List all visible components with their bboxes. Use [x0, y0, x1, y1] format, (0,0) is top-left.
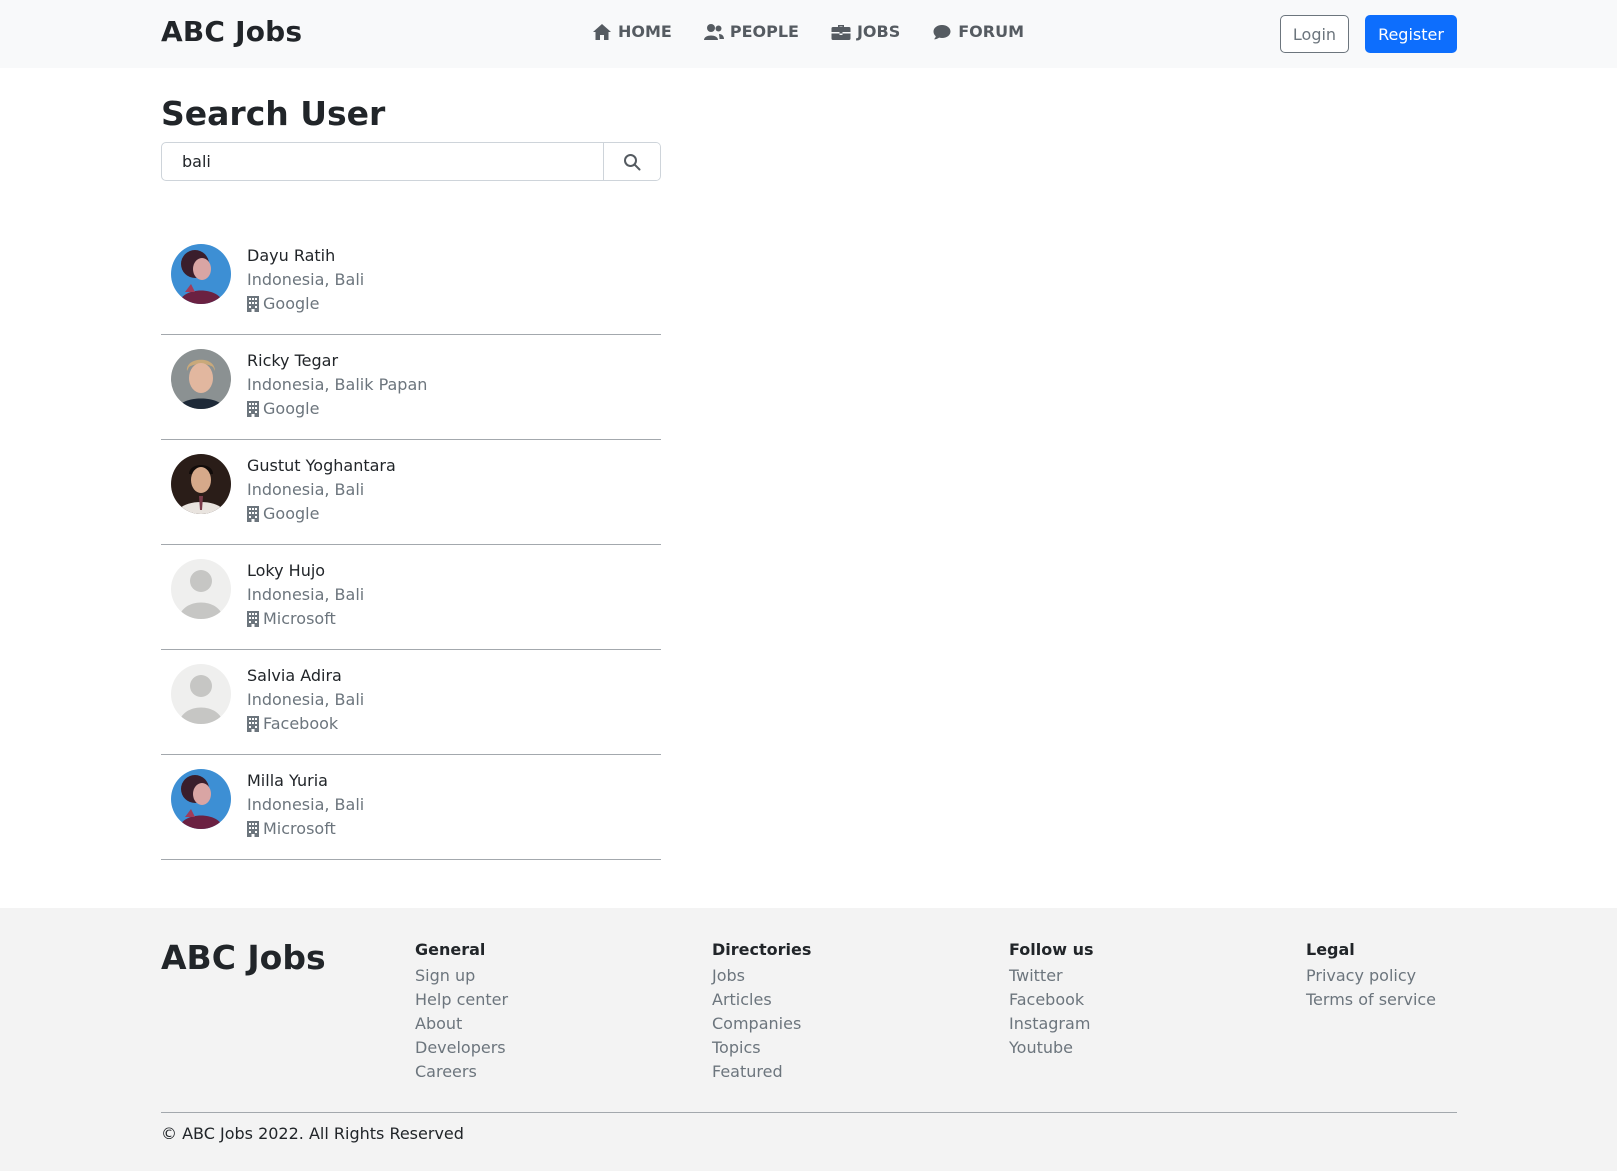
footer-link[interactable]: Twitter — [1009, 964, 1094, 988]
user-list-item[interactable]: Milla Yuria Indonesia, Bali Microsoft — [161, 755, 661, 860]
footer-divider — [161, 1112, 1457, 1113]
brand-logo[interactable]: ABC Jobs — [161, 15, 302, 48]
page-title: Search User — [161, 94, 386, 133]
search-bar — [161, 142, 661, 181]
user-company: Microsoft — [247, 607, 364, 631]
company-name: Microsoft — [263, 819, 336, 838]
user-company: Facebook — [247, 712, 364, 736]
user-info: Milla Yuria Indonesia, Bali Microsoft — [247, 769, 364, 841]
building-icon — [247, 611, 259, 627]
chat-icon — [933, 24, 951, 39]
footer-link[interactable]: Articles — [712, 988, 811, 1012]
company-name: Facebook — [263, 714, 339, 733]
footer-column-title: Directories — [712, 940, 812, 959]
user-list-item[interactable]: Dayu Ratih Indonesia, Bali Google — [161, 230, 661, 335]
home-icon — [593, 23, 611, 40]
user-avatar — [171, 664, 231, 724]
user-location: Indonesia, Bali — [247, 270, 365, 289]
user-avatar — [171, 349, 231, 409]
user-results-list: Dayu Ratih Indonesia, Bali Google Ricky … — [161, 230, 661, 860]
user-info: Ricky Tegar Indonesia, Balik Papan Googl… — [247, 349, 427, 421]
nav-link-forum[interactable]: FORUM — [932, 22, 1024, 41]
footer-link[interactable]: Instagram — [1009, 1012, 1094, 1036]
company-name: Google — [263, 294, 320, 313]
footer-brand: ABC Jobs — [161, 938, 326, 977]
footer: ABC Jobs General Sign up Help center Abo… — [0, 908, 1617, 1171]
nav-link-label: FORUM — [958, 22, 1024, 41]
user-name: Ricky Tegar — [247, 351, 339, 370]
footer-column-title: General — [415, 940, 486, 959]
footer-link[interactable]: About — [415, 1012, 508, 1036]
footer-link[interactable]: Featured — [712, 1060, 811, 1084]
building-icon — [247, 716, 259, 732]
footer-column-follow-us: Follow us Twitter Facebook Instagram You… — [1009, 940, 1094, 1060]
user-name: Gustut Yoghantara — [247, 456, 396, 475]
user-info: Gustut Yoghantara Indonesia, Bali Google — [247, 454, 396, 526]
company-name: Microsoft — [263, 609, 336, 628]
nav-links: HOME PEOPLE JOBS FORUM — [592, 22, 1024, 41]
navbar: ABC Jobs HOME PEOPLE JOBS FORUM Login Re… — [0, 0, 1617, 68]
footer-column-legal: Legal Privacy policy Terms of service — [1306, 940, 1436, 1012]
company-name: Google — [263, 504, 320, 523]
copyright-text: © ABC Jobs 2022. All Rights Reserved — [161, 1124, 464, 1143]
building-icon — [247, 506, 259, 522]
footer-link[interactable]: Developers — [415, 1036, 508, 1060]
user-location: Indonesia, Bali — [247, 480, 365, 499]
user-avatar — [171, 769, 231, 829]
company-name: Google — [263, 399, 320, 418]
user-list-item[interactable]: Ricky Tegar Indonesia, Balik Papan Googl… — [161, 335, 661, 440]
nav-link-people[interactable]: PEOPLE — [703, 22, 799, 41]
user-company: Google — [247, 502, 396, 526]
user-list-item[interactable]: Gustut Yoghantara Indonesia, Bali Google — [161, 440, 661, 545]
footer-link[interactable]: Terms of service — [1306, 988, 1436, 1012]
nav-link-label: JOBS — [856, 22, 901, 41]
footer-link[interactable]: Youtube — [1009, 1036, 1094, 1060]
user-location: Indonesia, Balik Papan — [247, 375, 428, 394]
user-info: Salvia Adira Indonesia, Bali Facebook — [247, 664, 364, 736]
user-company: Microsoft — [247, 817, 364, 841]
footer-link[interactable]: Topics — [712, 1036, 811, 1060]
search-input[interactable] — [162, 143, 603, 180]
user-company: Google — [247, 397, 427, 421]
footer-column-general: General Sign up Help center About Develo… — [415, 940, 508, 1084]
user-info: Loky Hujo Indonesia, Bali Microsoft — [247, 559, 364, 631]
user-name: Milla Yuria — [247, 771, 328, 790]
building-icon — [247, 296, 259, 312]
user-list-item[interactable]: Loky Hujo Indonesia, Bali Microsoft — [161, 545, 661, 650]
footer-link[interactable]: Sign up — [415, 964, 508, 988]
footer-column-title: Follow us — [1009, 940, 1094, 959]
nav-link-label: HOME — [618, 22, 672, 41]
user-avatar — [171, 559, 231, 619]
search-button[interactable] — [603, 143, 660, 180]
user-name: Loky Hujo — [247, 561, 326, 580]
user-avatar — [171, 454, 231, 514]
footer-link[interactable]: Jobs — [712, 964, 811, 988]
people-icon — [703, 23, 724, 40]
user-location: Indonesia, Bali — [247, 690, 365, 709]
user-company: Google — [247, 292, 364, 316]
user-location: Indonesia, Bali — [247, 795, 365, 814]
nav-link-label: PEOPLE — [729, 22, 799, 41]
footer-link[interactable]: Facebook — [1009, 988, 1094, 1012]
footer-link[interactable]: Companies — [712, 1012, 811, 1036]
building-icon — [247, 401, 259, 417]
footer-column-directories: Directories Jobs Articles Companies Topi… — [712, 940, 811, 1084]
login-button[interactable]: Login — [1280, 15, 1349, 53]
search-icon — [624, 153, 641, 170]
user-info: Dayu Ratih Indonesia, Bali Google — [247, 244, 364, 316]
footer-link[interactable]: Help center — [415, 988, 508, 1012]
nav-link-home[interactable]: HOME — [592, 22, 672, 41]
footer-link[interactable]: Privacy policy — [1306, 964, 1436, 988]
register-button[interactable]: Register — [1365, 15, 1457, 53]
user-location: Indonesia, Bali — [247, 585, 365, 604]
user-name: Dayu Ratih — [247, 246, 336, 265]
briefcase-icon — [831, 24, 851, 40]
footer-column-title: Legal — [1306, 940, 1355, 959]
nav-link-jobs[interactable]: JOBS — [831, 22, 900, 41]
user-name: Salvia Adira — [247, 666, 342, 685]
user-list-item[interactable]: Salvia Adira Indonesia, Bali Facebook — [161, 650, 661, 755]
footer-link[interactable]: Careers — [415, 1060, 508, 1084]
user-avatar — [171, 244, 231, 304]
building-icon — [247, 821, 259, 837]
